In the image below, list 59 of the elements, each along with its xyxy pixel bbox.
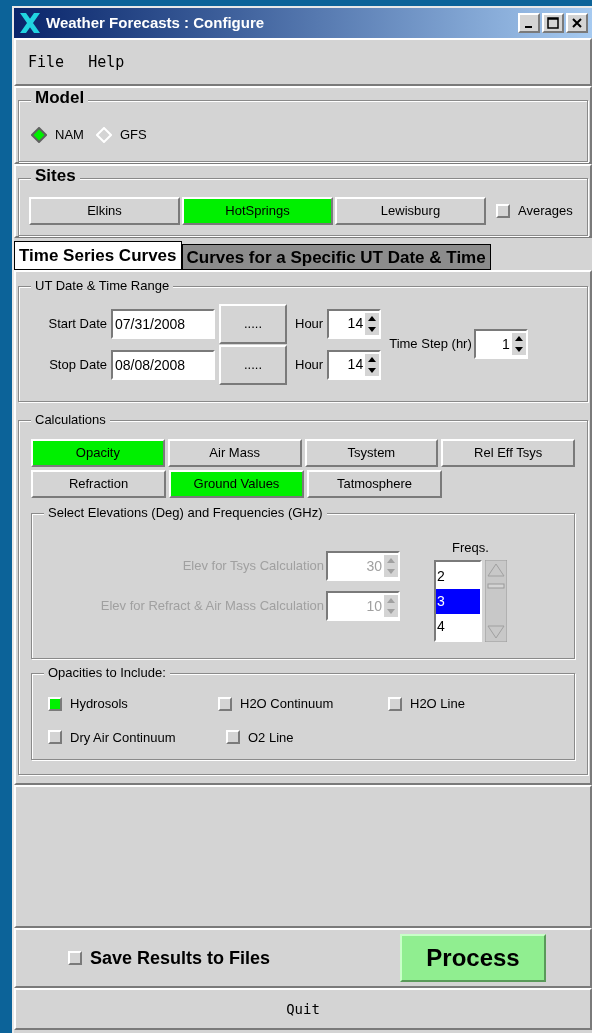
menu-item[interactable]: Help — [88, 50, 125, 74]
list-item[interactable]: 4 — [436, 613, 480, 639]
maximize-icon[interactable] — [542, 13, 564, 33]
freqs-label: Freqs. — [452, 539, 489, 558]
checkbox[interactable] — [388, 696, 402, 711]
spin-box[interactable]: 1 — [473, 329, 528, 359]
checkbox-label: H2O Line — [410, 695, 465, 713]
date-picker-button[interactable]: ..... — [219, 303, 287, 344]
toggle-button[interactable]: Ground Values — [169, 470, 304, 498]
scrollbar-icon[interactable] — [485, 559, 507, 642]
toggle-button[interactable]: Air Mass — [167, 439, 302, 467]
window-title: Weather Forecasts : Configure — [46, 12, 265, 33]
x-logo-icon — [18, 11, 42, 35]
checkbox-label: Dry Air Continuum — [70, 728, 176, 747]
date-field[interactable]: 07/31/2008 — [111, 308, 215, 339]
tab[interactable]: Time Series Curves — [14, 241, 182, 270]
process-button[interactable]: Process — [400, 934, 546, 982]
toggle-button[interactable]: Tatmosphere — [307, 470, 442, 498]
checkbox[interactable] — [48, 730, 62, 745]
checkbox-label: H2O Continuum — [240, 695, 334, 713]
toggle-button[interactable]: Tsystem — [304, 439, 439, 467]
quit-button[interactable]: Quit — [14, 988, 592, 1030]
menu-item[interactable]: File — [28, 50, 65, 74]
radio-icon[interactable] — [31, 127, 47, 143]
time-step-label: Time Step (hr) — [389, 335, 472, 354]
checkbox[interactable] — [68, 951, 82, 965]
toggle-button[interactable]: HotSprings — [182, 197, 333, 225]
checkbox-label: O2 Line — [248, 728, 294, 747]
date-label: Stop Date — [48, 355, 107, 374]
list-item[interactable]: 3 — [436, 588, 480, 614]
checkbox[interactable] — [218, 696, 232, 711]
toggle-button[interactable]: Elkins — [29, 197, 180, 225]
date-picker-button[interactable]: ..... — [219, 344, 287, 385]
hour-label: Hour — [295, 314, 324, 333]
minimize-icon[interactable] — [518, 13, 540, 33]
toggle-button[interactable]: Opacity — [31, 439, 165, 467]
spin-arrows-icon[interactable] — [365, 312, 380, 335]
toggle-button[interactable]: Rel Eff Tsys — [441, 439, 575, 467]
close-icon[interactable] — [566, 13, 588, 33]
toggle-button[interactable]: Lewisburg — [335, 197, 486, 225]
toggle-button[interactable]: Refraction — [31, 470, 166, 498]
hour-label: Hour — [295, 355, 324, 374]
checkbox[interactable] — [496, 204, 510, 218]
checkbox-label: Hydrosols — [70, 695, 128, 713]
checkbox-label: Save Results to Files — [90, 946, 271, 970]
frequency-list[interactable]: 2 3 4 — [434, 559, 482, 642]
date-label: Start Date — [47, 314, 107, 333]
radio-label: GFS — [119, 126, 147, 145]
list-item[interactable]: 2 — [436, 563, 480, 589]
checkbox[interactable] — [226, 730, 240, 745]
spin-box[interactable]: 14 — [327, 308, 382, 339]
date-field[interactable]: 08/08/2008 — [111, 349, 215, 380]
tab[interactable]: Curves for a Specific UT Date & Time — [181, 244, 491, 270]
radio-label: NAM — [55, 126, 84, 145]
checkbox-label: Averages — [518, 202, 573, 221]
checkbox[interactable] — [48, 696, 62, 711]
spin-arrows-icon[interactable] — [511, 333, 526, 355]
spin-box[interactable]: 14 — [327, 349, 382, 380]
spin-arrows-icon[interactable] — [365, 353, 380, 376]
